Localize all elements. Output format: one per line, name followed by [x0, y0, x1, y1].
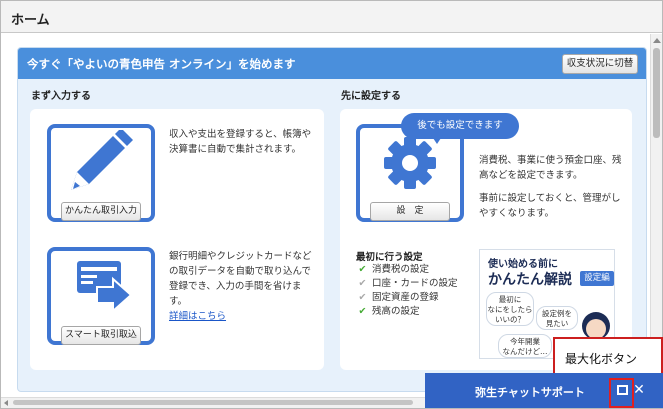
- check-icon: ✔: [358, 306, 367, 317]
- promo-question-bubble: 設定例を 見たい: [536, 306, 578, 330]
- banner-title: 今すぐ「やよいの青色申告 オンライン」を始めます: [27, 57, 296, 71]
- promo-question-bubble: 最初に なにをしたら いいの？: [486, 292, 534, 326]
- scroll-left-icon[interactable]: [4, 400, 8, 406]
- checklist-item[interactable]: ✔ 残高の設定: [356, 305, 458, 319]
- settings-button[interactable]: 設 定: [370, 202, 450, 221]
- section-heading-input: まず入力する: [31, 91, 91, 102]
- chat-support-label: 弥生チャットサポート: [475, 386, 585, 399]
- setup-checklist: ✔ 消費税の設定 ✔ 口座・カードの設定 ✔ 固定資産の登録 ✔ 残高の設定: [356, 263, 458, 319]
- promo-question-bubble: 今年開業 なんだけど…: [498, 334, 552, 358]
- gear-icon: [384, 137, 436, 189]
- quick-entry-description: 収入や支出を登録すると、帳簿や 決算書に自動で集計されます。: [169, 129, 312, 155]
- bubble-tail: [431, 135, 443, 144]
- import-icon: [77, 261, 133, 314]
- horizontal-scroll-thumb[interactable]: [13, 400, 413, 405]
- check-icon: ✔: [358, 278, 367, 289]
- horizontal-scrollbar[interactable]: [1, 397, 427, 408]
- checklist-item[interactable]: ✔ 消費税の設定: [356, 263, 458, 277]
- smart-import-button[interactable]: スマート取引取込: [61, 326, 141, 345]
- smart-import-description: 銀行明細やクレジットカードなど の取引データを自動で取り込んで 登録でき、入力の…: [169, 251, 312, 324]
- details-link[interactable]: 詳細はこちら: [169, 309, 312, 324]
- maximize-button-callout: 最大化ボタン: [553, 337, 663, 377]
- pencil-icon: [71, 130, 133, 190]
- panel-banner: 今すぐ「やよいの青色申告 オンライン」を始めます 収支状況に切替: [18, 48, 646, 79]
- window-title: ホーム: [11, 13, 50, 28]
- section-heading-setup: 先に設定する: [341, 91, 401, 102]
- quick-entry-button[interactable]: かんたん取引入力: [61, 202, 141, 221]
- check-icon: ✔: [358, 264, 367, 275]
- promo-tag: 設定編: [580, 271, 614, 286]
- settings-description: 消費税、事業に使う預金口座、残 高などを設定できます。 事前に設定しておくと、管…: [479, 155, 622, 219]
- window-titlebar: ホーム: [1, 1, 662, 33]
- check-icon: ✔: [358, 292, 367, 303]
- smart-import-tile[interactable]: スマート取引取込: [47, 247, 155, 345]
- maximize-highlight-box: [609, 378, 634, 408]
- close-icon[interactable]: ✕: [632, 381, 646, 399]
- scroll-up-icon[interactable]: [653, 38, 661, 43]
- vertical-scroll-thumb[interactable]: [653, 48, 660, 138]
- switch-to-income-status-button[interactable]: 収支状況に切替: [562, 54, 638, 74]
- checklist-item[interactable]: ✔ 固定資産の登録: [356, 291, 458, 305]
- first-settings-title: 最初に行う設定: [356, 252, 423, 263]
- later-setup-bubble: 後でも設定できます: [401, 113, 519, 144]
- checklist-item[interactable]: ✔ 口座・カードの設定: [356, 277, 458, 291]
- quick-entry-tile[interactable]: かんたん取引入力: [47, 124, 155, 222]
